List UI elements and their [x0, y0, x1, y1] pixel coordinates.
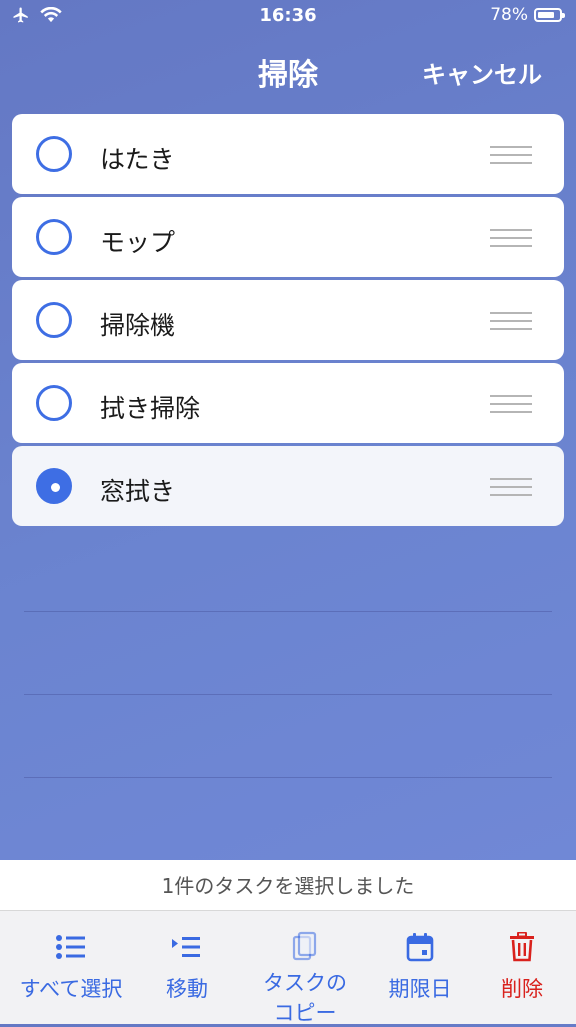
calendar-icon — [406, 933, 434, 962]
task-row[interactable]: モップ — [12, 197, 564, 277]
delete-button[interactable]: 削除 — [492, 929, 552, 1003]
drag-handle-icon[interactable] — [490, 312, 532, 330]
divider — [24, 777, 552, 778]
radio-unchecked-icon[interactable] — [36, 302, 72, 338]
radio-unchecked-icon[interactable] — [36, 385, 72, 421]
trash-icon — [510, 932, 534, 962]
task-label: 掃除機 — [100, 311, 176, 340]
drag-handle-icon[interactable] — [490, 395, 532, 413]
divider — [24, 611, 552, 612]
select-all-label: すべて選択 — [19, 977, 123, 1001]
delete-label: 削除 — [501, 977, 543, 1001]
list-bullet-icon — [56, 935, 85, 959]
radio-unchecked-icon[interactable] — [36, 136, 72, 172]
move-indent-icon — [172, 937, 200, 957]
battery-icon — [534, 8, 565, 22]
move-button[interactable]: 移動 — [150, 929, 224, 1003]
due-date-label: 期限日 — [388, 977, 452, 1001]
drag-handle-icon[interactable] — [490, 146, 532, 164]
task-row[interactable]: 掃除機 — [12, 280, 564, 360]
task-row[interactable]: 拭き掃除 — [12, 363, 564, 443]
selection-count-label: 1件のタスクを選択しました — [0, 860, 576, 911]
copy-icon — [292, 931, 317, 961]
battery-percentage: 78% — [490, 5, 528, 25]
task-label: 拭き掃除 — [100, 394, 201, 423]
move-label: 移動 — [166, 977, 208, 1001]
task-row-selected[interactable]: 窓拭き — [12, 446, 564, 526]
copy-task-button[interactable]: タスクの コピー — [250, 929, 360, 1027]
task-label: 窓拭き — [100, 477, 176, 506]
status-bar: 16:36 78% — [0, 0, 576, 34]
task-list: はたき モップ 掃除機 拭き掃除 窓拭き — [12, 114, 564, 529]
select-all-button[interactable]: すべて選択 — [14, 929, 128, 1003]
drag-handle-icon[interactable] — [490, 478, 532, 496]
divider — [24, 694, 552, 695]
status-right: 78% — [490, 5, 565, 25]
task-label: モップ — [100, 228, 176, 257]
radio-checked-icon[interactable] — [36, 468, 72, 504]
drag-handle-icon[interactable] — [490, 229, 532, 247]
copy-task-label-line2: コピー — [273, 1001, 337, 1025]
radio-unchecked-icon[interactable] — [36, 219, 72, 255]
task-label: はたき — [100, 145, 175, 174]
task-row[interactable]: はたき — [12, 114, 564, 194]
bottom-toolbar: すべて選択 移動 タスクの コピー 期限日 削除 — [0, 911, 576, 1027]
cancel-button[interactable]: キャンセル — [422, 55, 542, 90]
due-date-button[interactable]: 期限日 — [382, 929, 458, 1003]
copy-task-label-line1: タスクの — [263, 971, 347, 995]
